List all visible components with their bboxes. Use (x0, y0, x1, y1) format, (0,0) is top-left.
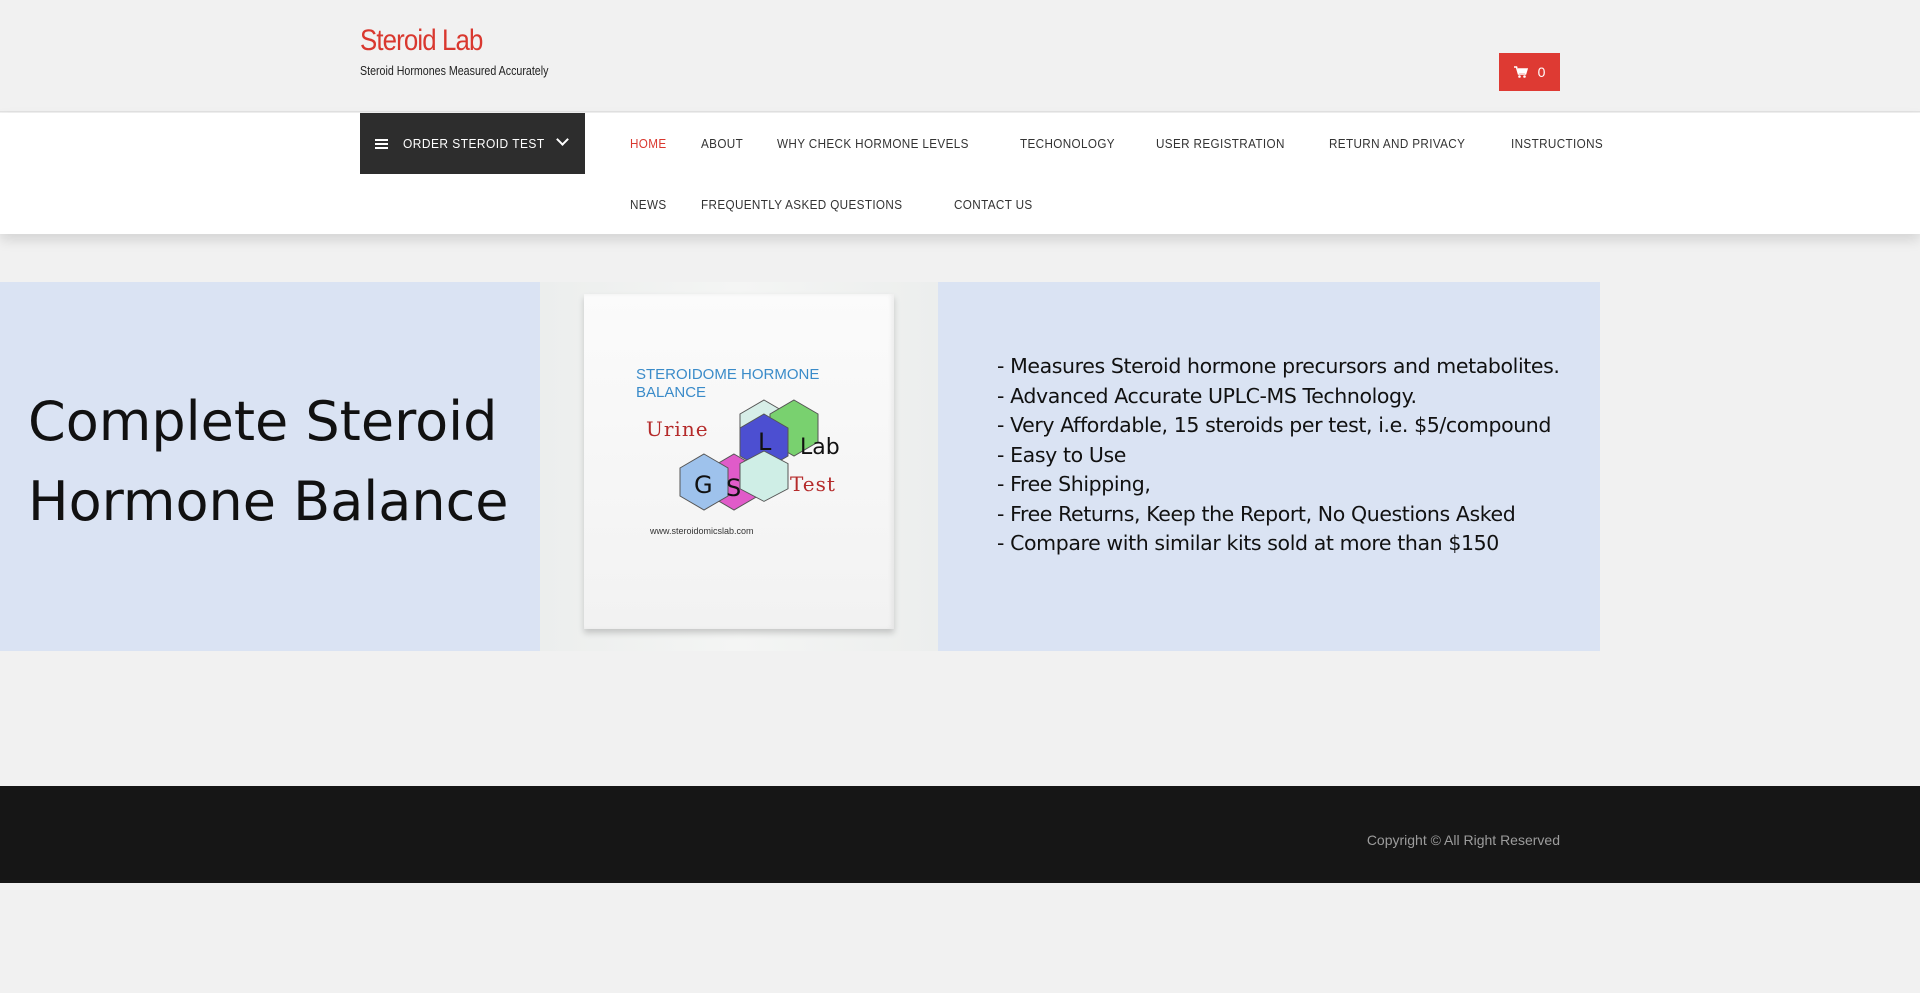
product-box-image: STEROIDOME HORMONE BALANCE L Lab G S Uri… (540, 282, 938, 651)
site-tagline: Steroid Hormones Measured Accurately (360, 63, 549, 78)
nav-link-contact-us[interactable]: CONTACT US (954, 197, 1033, 212)
hero-banner[interactable]: Complete Steroid Hormone Balance STEROID… (0, 282, 1600, 651)
list-item: - Free Returns, Keep the Report, No Ques… (997, 501, 1516, 526)
site-footer: Copyright © All Right Reserved (0, 786, 1920, 883)
hex-label-l: L (758, 428, 772, 456)
nav-links-row-1: HOME ABOUT WHY CHECK HORMONE LEVELS TECH… (630, 113, 1643, 174)
order-steroid-test-menu[interactable]: ORDER STEROID TEST (360, 113, 585, 174)
box-urine-label: Urine (646, 417, 709, 441)
chevron-down-icon[interactable] (556, 133, 569, 146)
list-item: - Very Affordable, 15 steroids per test,… (997, 413, 1552, 437)
hex-label-lab: Lab (800, 435, 840, 460)
nav-link-home[interactable]: HOME (630, 136, 667, 151)
list-item: - Compare with similar kits sold at more… (997, 531, 1499, 555)
order-menu-label: ORDER STEROID TEST (403, 136, 545, 151)
hexagon-logo: L Lab G S (679, 399, 840, 511)
hamburger-icon (375, 138, 388, 149)
box-test-label: Test (790, 472, 836, 496)
list-item: - Advanced Accurate UPLC-MS Technology. (997, 383, 1417, 408)
list-item: - Measures Steroid hormone precursors an… (997, 354, 1560, 378)
nav-link-technology[interactable]: TECHONOLOGY (1020, 136, 1115, 151)
site-header: Steroid Lab Steroid Hormones Measured Ac… (0, 0, 1920, 112)
nav-link-about[interactable]: ABOUT (701, 136, 743, 151)
box-url: www.steroidomicslab.com (650, 526, 754, 536)
list-item: - Easy to Use (997, 442, 1126, 467)
main-nav: ORDER STEROID TEST HOME ABOUT WHY CHECK … (0, 113, 1920, 234)
list-item: - Free Shipping, (997, 472, 1151, 496)
cart-button[interactable]: 0 (1499, 53, 1560, 91)
nav-link-faq[interactable]: FREQUENTLY ASKED QUESTIONS (701, 197, 902, 212)
test-kit-box: STEROIDOME HORMONE BALANCE L Lab G S Uri… (584, 294, 894, 629)
cart-count: 0 (1537, 64, 1546, 80)
banner-heading-line-2: Hormone Balance (28, 470, 509, 533)
site-title-link[interactable]: Steroid Lab (360, 24, 483, 58)
nav-link-instructions[interactable]: INSTRUCTIONS (1511, 136, 1603, 151)
nav-link-why-check-hormone-levels[interactable]: WHY CHECK HORMONE LEVELS (777, 136, 969, 151)
banner-heading-line-1: Complete Steroid (28, 390, 498, 453)
hex-label-s: S (726, 474, 741, 502)
nav-links-row-2: NEWS FREQUENTLY ASKED QUESTIONS CONTACT … (630, 174, 1072, 235)
copyright-text: Copyright © All Right Reserved (1366, 832, 1560, 848)
nav-link-news[interactable]: NEWS (630, 197, 667, 212)
nav-link-return-and-privacy[interactable]: RETURN AND PRIVACY (1329, 136, 1465, 151)
hex-label-g: G (694, 471, 713, 499)
feature-list: - Measures Steroid hormone precursors an… (997, 352, 1560, 559)
shopping-cart-icon (1513, 66, 1528, 78)
nav-link-user-registration[interactable]: USER REGISTRATION (1156, 136, 1285, 151)
banner-heading: Complete Steroid Hormone Balance (28, 382, 509, 542)
